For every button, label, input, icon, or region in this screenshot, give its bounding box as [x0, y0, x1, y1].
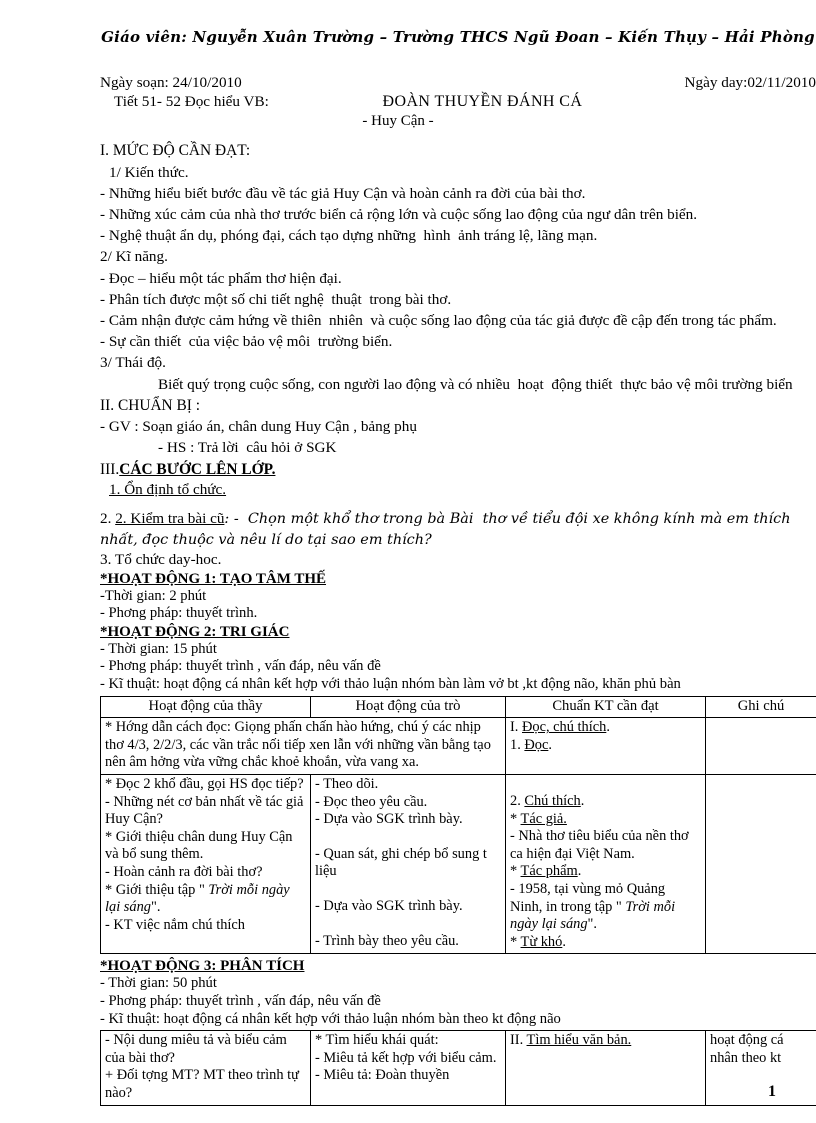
teacher-line: * Đọc 2 khổ đầu, gọi HS đọc tiếp? — [105, 776, 304, 793]
col-header-note: Ghi chú — [705, 695, 816, 719]
section-2-hs: - HS : Trả lời câu hỏi ở SGK — [158, 439, 337, 457]
col-header-student: Hoạt động của trò — [310, 695, 506, 719]
standard-line: II. Tìm hiểu văn bản. — [510, 1032, 632, 1049]
section-1-sub-thai-do: 3/ Thái độ. — [100, 354, 166, 372]
table-header-row: Hoạt động của thầy Hoạt động của trò Chu… — [100, 695, 816, 719]
section-3-step-3: 3. Tổ chức day-hoc. — [100, 551, 222, 569]
teacher-line: - Nội dung miêu tả và biểu cảm của bài t… — [105, 1032, 287, 1066]
table-row: * Đọc 2 khổ đầu, gọi HS đọc tiếp? - Nhữn… — [100, 774, 816, 955]
table-row: * Hớng dẫn cách đọc: Giọng phấn chấn hào… — [100, 717, 816, 776]
section-1-item: - Cảm nhận được cảm hứng về thiên nhiên … — [100, 312, 777, 330]
section-1-item: - Đọc – hiểu một tác phẩm thơ hiện đại. — [100, 269, 342, 287]
tiet-label: Tiết 51- 52 Đọc hiểu VB: — [114, 93, 269, 111]
col-header-teacher: Hoạt động của thầy — [100, 695, 311, 719]
title-row: Tiết 51- 52 Đọc hiểu VB: ĐOÀN THUYỀN ĐÁN… — [100, 93, 816, 111]
student-line: - Dựa vào SGK trình bày. — [315, 811, 463, 828]
cell-teacher-activity: - Nội dung miêu tả và biểu cảm của bài t… — [100, 1030, 311, 1106]
col-header-standard: Chuẩn KT cần đạt — [505, 695, 706, 719]
section-3-heading-row: III.CÁC BƯỚC LÊN LỚP. — [100, 459, 816, 480]
section-3-heading: CÁC BƯỚC LÊN LỚP. — [119, 460, 276, 478]
section-3-step-1: 1. Ổn định tổ chức. — [109, 481, 227, 499]
teacher-line: - Hoàn cảnh ra đời bài thơ? — [105, 864, 263, 880]
cell-note — [705, 774, 816, 955]
standard-line: 2. Chú thích. — [510, 793, 585, 810]
section-2-heading: II. CHUẨN BỊ : — [100, 396, 201, 414]
cell-student-activity: - Theo dõi. - Đọc theo yêu cầu. - Dựa và… — [310, 774, 506, 955]
cell-note: hoạt động cá nhân theo kt — [705, 1030, 816, 1106]
cell-teacher-activity: * Đọc 2 khổ đầu, gọi HS đọc tiếp? - Nhữn… — [100, 774, 311, 955]
step-2-label: 2. 2. Kiểm tra bài cũ — [100, 510, 225, 528]
standard-line: I. Đọc, chú thích. — [510, 719, 610, 736]
section-1-item: - Những hiểu biết bước đầu về tác giả Hu… — [100, 184, 586, 202]
student-line: - Dựa vào SGK trình bày. — [315, 898, 463, 914]
standard-line: - Nhà thơ tiêu biểu của nền thơ ca hiện … — [510, 828, 689, 862]
page-number: 1 — [768, 1083, 776, 1100]
ngay-day: Ngày day:02/11/2010 — [684, 74, 816, 91]
running-header: Giáo viên: Nguyễn Xuân Trường – Trường T… — [101, 28, 815, 46]
section-1-item: - Sự cần thiết của việc bảo vệ môi trườn… — [100, 333, 393, 351]
activity-1-line: - Phơng pháp: thuyết trình. — [100, 605, 258, 622]
student-line: - Theo dõi. — [315, 776, 379, 793]
activity-3-heading: *HOẠT ĐỘNG 3: PHÂN TÍCH — [100, 958, 305, 975]
section-1-heading: I. MỨC ĐỘ CẦN ĐẠT: — [100, 142, 251, 160]
student-line: - Miêu tả kết hợp với biểu cảm. — [315, 1049, 497, 1066]
section-1-item: - Nghệ thuật ẩn dụ, phóng đại, cách tạo … — [100, 227, 598, 245]
activity-1-line: -Thời gian: 2 phút — [100, 587, 207, 604]
table-row: - Nội dung miêu tả và biểu cảm của bài t… — [100, 1030, 816, 1106]
teacher-line: + Đối tợng MT? MT theo trình tự nào? — [105, 1067, 299, 1101]
section-1-item: - Những xúc cảm của nhà thơ trước biển c… — [100, 206, 698, 224]
teacher-line: - Những nét cơ bản nhất về tác giả Huy C… — [105, 793, 304, 828]
cell-standard: II. Tìm hiểu văn bản. — [505, 1030, 706, 1106]
student-line: - Quan sát, ghi chép bổ sung t liệu — [315, 845, 487, 880]
student-line: - Đọc theo yêu cầu. — [315, 793, 428, 810]
section-1-sub-kien-thuc: 1/ Kiến thức. — [109, 163, 189, 181]
activity-2-line: - Phơng pháp: thuyết trình , vấn đáp, nê… — [100, 658, 381, 675]
activity-2-line: - Kĩ thuật: hoạt động cá nhân kết hợp vớ… — [100, 676, 681, 693]
cell-standard: I. Đọc, chú thích. 1. Đọc. — [505, 717, 706, 776]
document-body: Ngày soạn: 24/10/2010 Ngày day:02/11/201… — [100, 72, 816, 1106]
page-title: ĐOÀN THUYỀN ĐÁNH CÁ — [382, 93, 583, 111]
student-line: - Miêu tả: Đoàn thuyền — [315, 1067, 450, 1084]
standard-line: * Từ khó. — [510, 933, 566, 950]
section-1-item: Biết quý trọng cuộc sống, con người lao … — [158, 375, 793, 393]
teacher-line: * Giới thiệu tập " Trời mỗi ngày lại sán… — [105, 881, 290, 916]
lesson-table-2: - Nội dung miêu tả và biểu cảm của bài t… — [100, 1030, 816, 1106]
teacher-line: * Giới thiệu chân dung Huy Cận và bổ sun… — [105, 828, 293, 863]
author-line: - Huy Cận - — [362, 113, 434, 130]
standard-line: 1. Đọc. — [510, 736, 552, 753]
ngay-soan: Ngày soạn: 24/10/2010 — [100, 74, 242, 91]
section-3-number: III. — [100, 460, 120, 478]
student-line: * Tìm hiểu khái quát: — [315, 1032, 439, 1049]
activity-2-line: - Thời gian: 15 phút — [100, 640, 217, 657]
activity-3-line: - Thời gian: 50 phút — [100, 975, 217, 992]
section-2-gv: - GV : Soạn giáo án, chân dung Huy Cận ,… — [100, 418, 417, 436]
note-line: hoạt động cá nhân theo kt — [710, 1032, 784, 1066]
cell-standard: 2. Chú thích. * Tác giả. - Nhà thơ tiêu … — [505, 774, 706, 955]
standard-line: - 1958, tại vùng mỏ Quảng Ninh, in trong… — [510, 881, 676, 933]
cell-note — [705, 717, 816, 776]
date-row: Ngày soạn: 24/10/2010 Ngày day:02/11/201… — [100, 72, 816, 93]
cell-teacher-activity: * Hớng dẫn cách đọc: Giọng phấn chấn hào… — [100, 717, 506, 776]
activity-3-line: - Phơng pháp: thuyết trình , vấn đáp, nê… — [100, 992, 381, 1009]
cell-student-activity: * Tìm hiểu khái quát: - Miêu tả kết hợp … — [310, 1030, 506, 1106]
section-3-step-2: 2. 2. Kiểm tra bài cũ: - Chọn một khổ th… — [100, 509, 816, 550]
document-page: Giáo viên: Nguyễn Xuân Trường – Trường T… — [0, 0, 816, 1123]
lesson-table-1: Hoạt động của thầy Hoạt động của trò Chu… — [100, 695, 816, 955]
activity-2-heading: *HOẠT ĐỘNG 2: TRI GIÁC — [100, 623, 290, 640]
activity-1-heading: *HOẠT ĐỘNG 1: TẠO TÂM THẾ — [100, 570, 327, 587]
section-1-sub-ki-nang: 2/ Kĩ năng. — [100, 248, 168, 266]
student-line: - Trình bày theo yêu cầu. — [315, 932, 459, 949]
standard-line: * Tác giả. — [510, 810, 567, 827]
teacher-line: - KT việc nắm chú thích — [105, 916, 245, 933]
standard-line: * Tác phẩm. — [510, 863, 582, 880]
section-1-item: - Phân tích được một số chi tiết nghệ th… — [100, 290, 452, 308]
activity-3-line: - Kĩ thuật: hoạt động cá nhân kết hợp vớ… — [100, 1010, 561, 1027]
